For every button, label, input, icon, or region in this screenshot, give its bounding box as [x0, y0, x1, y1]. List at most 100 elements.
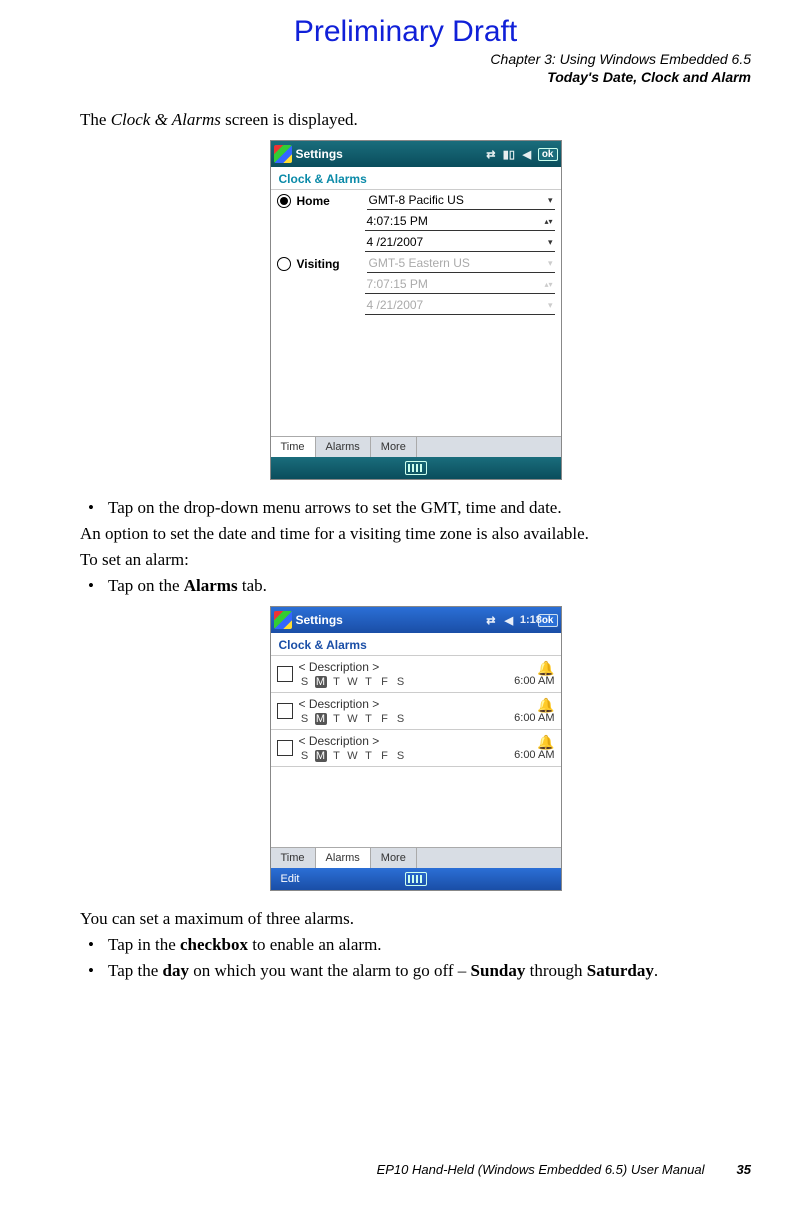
alarm-time[interactable]: 6:00 AM: [514, 712, 554, 724]
day-toggle[interactable]: M: [315, 676, 327, 688]
day-toggle[interactable]: W: [347, 750, 359, 762]
connectivity-icon[interactable]: ⇄: [484, 148, 498, 161]
section-line: Today's Date, Clock and Alarm: [80, 68, 751, 86]
spinner-icon: ▴▾: [544, 280, 552, 289]
alarm-time[interactable]: 6:00 AM: [514, 675, 554, 687]
para-2: An option to set the date and time for a…: [80, 524, 751, 544]
row-home-time: 4:07:15 PM ▴▾: [271, 211, 561, 232]
day-toggle[interactable]: M: [315, 750, 327, 762]
chapter-header: Chapter 3: Using Windows Embedded 6.5 To…: [80, 50, 751, 86]
alarm-row[interactable]: < Description >SMTWTFS🔔6:00 AM: [271, 656, 561, 693]
day-toggle[interactable]: T: [363, 750, 375, 762]
start-icon[interactable]: [274, 145, 292, 163]
dropdown-visiting-date[interactable]: 4 /21/2007 ▾: [365, 296, 555, 315]
tab-bar: Time Alarms More: [271, 847, 561, 868]
day-toggle[interactable]: T: [331, 676, 343, 688]
chapter-line: Chapter 3: Using Windows Embedded 6.5: [80, 50, 751, 68]
screenshot-clock-alarms: Settings ⇄ ◀ 1:18 ok Clock & Alarms < De…: [270, 606, 562, 891]
dropdown-home-time[interactable]: 4:07:15 PM ▴▾: [365, 212, 555, 231]
keyboard-icon[interactable]: [405, 461, 427, 475]
bullet-1: Tap on the drop-down menu arrows to set …: [80, 498, 751, 518]
alarm-row[interactable]: < Description >SMTWTFS🔔6:00 AM: [271, 730, 561, 767]
day-toggle[interactable]: M: [315, 713, 327, 725]
day-toggle[interactable]: T: [363, 676, 375, 688]
radio-home[interactable]: [277, 194, 291, 208]
tab-more[interactable]: More: [371, 848, 417, 868]
title-text: Settings: [296, 613, 480, 627]
dropdown-home-timezone[interactable]: GMT-8 Pacific US ▾: [367, 191, 555, 210]
alarm-time[interactable]: 6:00 AM: [514, 749, 554, 761]
connectivity-icon[interactable]: ⇄: [484, 614, 498, 627]
day-toggle[interactable]: F: [379, 750, 391, 762]
chevron-down-icon: ▾: [548, 195, 553, 206]
tab-bar: Time Alarms More: [271, 436, 561, 457]
para-3: To set an alarm:: [80, 550, 751, 570]
day-toggle[interactable]: W: [347, 676, 359, 688]
alarm-checkbox[interactable]: [277, 703, 293, 719]
bell-icon[interactable]: 🔔: [514, 698, 554, 712]
bell-icon[interactable]: 🔔: [514, 661, 554, 675]
softkey-edit[interactable]: Edit: [281, 873, 300, 885]
bullet-3: Tap in the checkbox to enable an alarm.: [80, 935, 751, 955]
chevron-down-icon: ▾: [548, 237, 553, 248]
alarm-description[interactable]: < Description >: [299, 734, 509, 748]
para-1: The Clock & Alarms screen is displayed.: [80, 110, 751, 130]
alarm-checkbox[interactable]: [277, 666, 293, 682]
label-visiting: Visiting: [297, 257, 357, 271]
softkey-bar: [271, 457, 561, 479]
alarm-checkbox[interactable]: [277, 740, 293, 756]
row-home-date: 4 /21/2007 ▾: [271, 232, 561, 253]
day-toggle[interactable]: S: [395, 676, 407, 688]
chevron-down-icon: ▾: [548, 258, 553, 269]
day-toggle[interactable]: F: [379, 713, 391, 725]
bell-icon[interactable]: 🔔: [514, 735, 554, 749]
dropdown-visiting-time[interactable]: 7:07:15 PM ▴▾: [365, 275, 555, 294]
para-4: You can set a maximum of three alarms.: [80, 909, 751, 929]
tab-alarms[interactable]: Alarms: [316, 848, 371, 868]
dropdown-home-date[interactable]: 4 /21/2007 ▾: [365, 233, 555, 252]
watermark: Preliminary Draft: [0, 15, 811, 49]
keyboard-icon[interactable]: [405, 872, 427, 886]
manual-title: EP10 Hand-Held (Windows Embedded 6.5) Us…: [377, 1162, 705, 1177]
volume-icon[interactable]: ◀: [520, 148, 534, 161]
page-number: 35: [737, 1162, 751, 1177]
page-footer: EP10 Hand-Held (Windows Embedded 6.5) Us…: [80, 1162, 751, 1177]
day-toggle[interactable]: F: [379, 676, 391, 688]
chevron-down-icon: ▾: [548, 300, 553, 311]
day-toggle[interactable]: S: [299, 676, 311, 688]
ok-button[interactable]: ok: [538, 148, 558, 161]
day-toggle[interactable]: S: [299, 750, 311, 762]
day-toggle[interactable]: S: [395, 750, 407, 762]
alarm-row[interactable]: < Description >SMTWTFS🔔6:00 AM: [271, 693, 561, 730]
day-toggle[interactable]: S: [395, 713, 407, 725]
alarm-days: SMTWTFS: [299, 676, 509, 688]
row-home-tz: Home GMT-8 Pacific US ▾: [271, 190, 561, 211]
tab-alarms[interactable]: Alarms: [316, 437, 371, 457]
day-toggle[interactable]: W: [347, 713, 359, 725]
label-home: Home: [297, 194, 357, 208]
signal-icon[interactable]: ▮▯: [502, 148, 516, 161]
day-toggle[interactable]: T: [331, 750, 343, 762]
tab-time[interactable]: Time: [271, 848, 316, 868]
day-toggle[interactable]: S: [299, 713, 311, 725]
radio-visiting[interactable]: [277, 257, 291, 271]
subheader: Clock & Alarms: [271, 167, 561, 190]
day-toggle[interactable]: T: [331, 713, 343, 725]
spinner-icon: ▴▾: [544, 217, 552, 226]
day-toggle[interactable]: T: [363, 713, 375, 725]
volume-icon[interactable]: ◀: [502, 614, 516, 627]
titlebar: Settings ⇄ ▮▯ ◀ ok: [271, 141, 561, 167]
subheader: Clock & Alarms: [271, 633, 561, 656]
alarm-days: SMTWTFS: [299, 713, 509, 725]
bullet-2: Tap on the Alarms tab.: [80, 576, 751, 596]
titlebar: Settings ⇄ ◀ 1:18 ok: [271, 607, 561, 633]
row-visiting-tz: Visiting GMT-5 Eastern US ▾: [271, 253, 561, 274]
title-text: Settings: [296, 147, 480, 161]
alarm-description[interactable]: < Description >: [299, 697, 509, 711]
tab-time[interactable]: Time: [271, 437, 316, 457]
tab-more[interactable]: More: [371, 437, 417, 457]
alarm-description[interactable]: < Description >: [299, 660, 509, 674]
clock-text[interactable]: 1:18: [520, 614, 534, 626]
start-icon[interactable]: [274, 611, 292, 629]
dropdown-visiting-timezone[interactable]: GMT-5 Eastern US ▾: [367, 254, 555, 273]
